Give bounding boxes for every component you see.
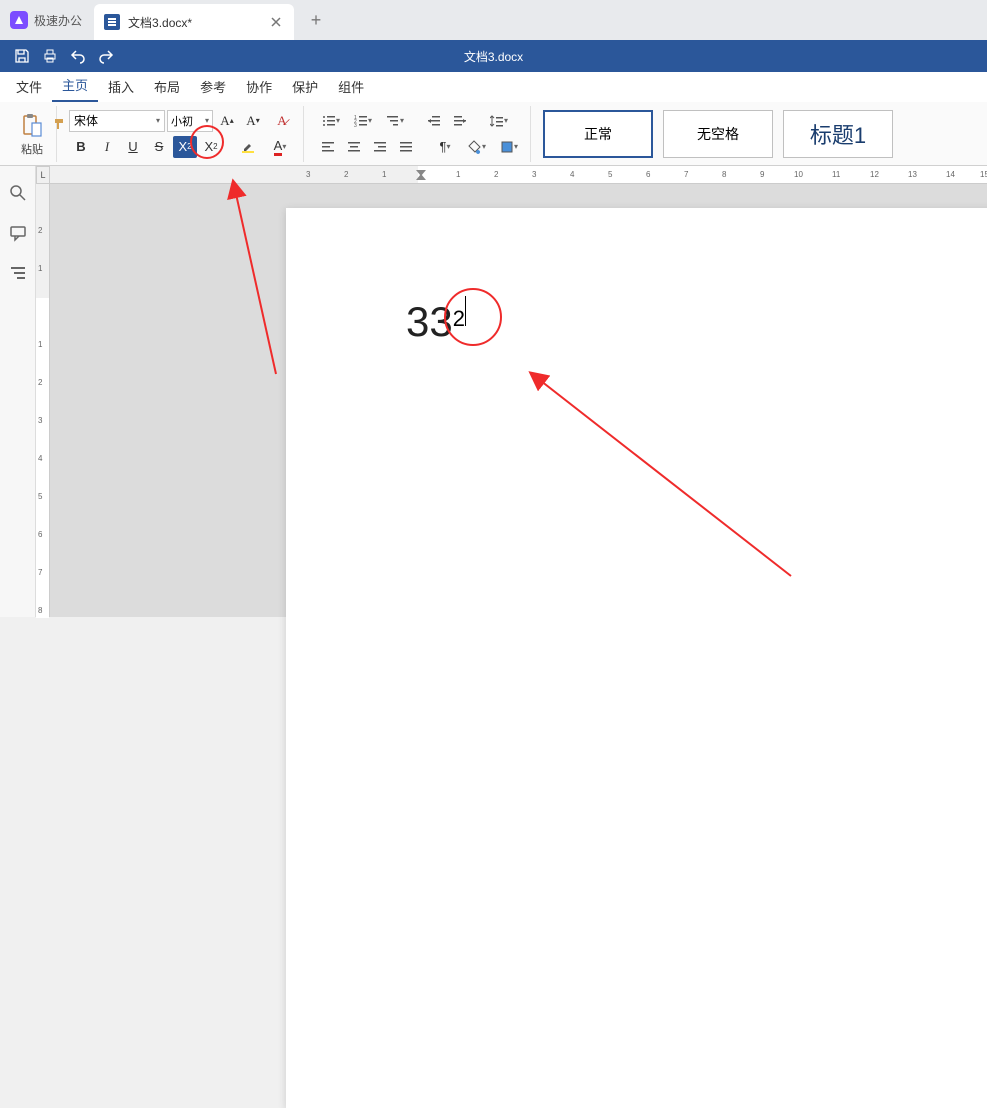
- increase-indent-icon[interactable]: [448, 110, 472, 132]
- menu-addin[interactable]: 组件: [328, 71, 374, 102]
- font-size-value: 小初: [171, 113, 193, 129]
- borders-icon[interactable]: ▾: [494, 136, 524, 158]
- paste-icon: [20, 111, 44, 139]
- align-right-icon[interactable]: [368, 136, 392, 158]
- paragraph-mark-icon[interactable]: ¶▾: [430, 136, 460, 158]
- shrink-font-icon[interactable]: A▾: [241, 110, 265, 132]
- style-nospace[interactable]: 无空格: [663, 110, 773, 158]
- window-title: 文档3.docx: [464, 48, 523, 65]
- align-left-icon[interactable]: [316, 136, 340, 158]
- document-text-base: 33: [406, 298, 453, 345]
- page-content[interactable]: 332: [286, 208, 987, 436]
- indent-marker-icon[interactable]: [416, 166, 426, 184]
- style-normal[interactable]: 正常: [543, 110, 653, 158]
- align-center-icon[interactable]: [342, 136, 366, 158]
- redo-icon[interactable]: [92, 42, 120, 70]
- clear-format-icon[interactable]: A̷: [267, 110, 297, 132]
- save-icon[interactable]: [8, 42, 36, 70]
- ribbon-group-font: 宋体 ▾ 小初 ▾ A▴ A▾ A̷ B I U S X2 X2 A▾: [63, 106, 304, 162]
- font-size-select[interactable]: 小初 ▾: [167, 110, 213, 132]
- add-tab-icon[interactable]: +: [302, 6, 330, 34]
- left-sidebar: [0, 166, 36, 617]
- undo-icon[interactable]: [64, 42, 92, 70]
- menu-reference[interactable]: 参考: [190, 71, 236, 102]
- underline-button[interactable]: U: [121, 136, 145, 158]
- search-icon[interactable]: [9, 184, 27, 202]
- document-tab[interactable]: 文档3.docx*: [94, 4, 294, 40]
- app-name: 极速办公: [34, 12, 82, 29]
- font-color-icon[interactable]: A▾: [265, 136, 295, 158]
- text-cursor: [465, 296, 466, 326]
- multilevel-list-icon[interactable]: ▾: [380, 110, 410, 132]
- italic-button[interactable]: I: [95, 136, 119, 158]
- line-spacing-icon[interactable]: ▾: [484, 110, 514, 132]
- bold-button[interactable]: B: [69, 136, 93, 158]
- ribbon-group-paragraph: ▾ 123▾ ▾ ▾ ¶▾ ▾ ▾: [310, 106, 531, 162]
- app-logo-icon: [10, 11, 28, 29]
- quick-access-bar: 文档3.docx: [0, 40, 987, 72]
- document-icon: [104, 14, 120, 30]
- annotation-arrow-1: [226, 184, 286, 389]
- print-icon[interactable]: [36, 42, 64, 70]
- chevron-down-icon: ▾: [205, 116, 209, 125]
- ruler-row: L 3 2 1 1 2 3 4 5 6 7 8 9 10 11 12 13 14: [36, 166, 987, 184]
- document-page[interactable]: 332: [286, 208, 987, 1108]
- font-family-select[interactable]: 宋体 ▾: [69, 110, 165, 132]
- style-heading1[interactable]: 标题1: [783, 110, 893, 158]
- close-tab-icon[interactable]: [268, 14, 284, 30]
- menu-layout[interactable]: 布局: [144, 71, 190, 102]
- menu-collab[interactable]: 协作: [236, 71, 282, 102]
- ribbon-group-styles: 正常 无空格 标题1: [537, 106, 905, 162]
- highlight-color-icon[interactable]: [233, 136, 263, 158]
- grow-font-icon[interactable]: A▴: [215, 110, 239, 132]
- work-area: L 3 2 1 1 2 3 4 5 6 7 8 9 10 11 12 13 14: [0, 166, 987, 617]
- menu-file[interactable]: 文件: [6, 71, 52, 102]
- paste-label: 粘贴: [21, 141, 43, 157]
- numbered-list-icon[interactable]: 123▾: [348, 110, 378, 132]
- shading-icon[interactable]: ▾: [462, 136, 492, 158]
- comment-icon[interactable]: [9, 224, 27, 242]
- vertical-ruler[interactable]: 2 1 1 2 3 4 5 6 7 8: [36, 184, 50, 617]
- document-text-superscript: 2: [453, 306, 465, 331]
- align-justify-icon[interactable]: [394, 136, 418, 158]
- menu-home[interactable]: 主页: [52, 69, 98, 102]
- superscript-button[interactable]: X2: [173, 136, 197, 158]
- strikethrough-button[interactable]: S: [147, 136, 171, 158]
- font-family-value: 宋体: [74, 112, 98, 129]
- ribbon: 粘贴 宋体 ▾ 小初 ▾ A▴ A▾ A̷ B I U S X2 X2: [0, 102, 987, 166]
- bullet-list-icon[interactable]: ▾: [316, 110, 346, 132]
- document-tab-title: 文档3.docx*: [128, 14, 248, 31]
- horizontal-ruler[interactable]: 3 2 1 1 2 3 4 5 6 7 8 9 10 11 12 13 14 1…: [50, 166, 987, 184]
- ruler-corner: L: [36, 166, 50, 184]
- subscript-button[interactable]: X2: [199, 136, 223, 158]
- title-bar: 极速办公 文档3.docx* +: [0, 0, 987, 40]
- chevron-down-icon: ▾: [156, 116, 160, 125]
- paste-button[interactable]: 粘贴: [14, 109, 50, 159]
- menu-insert[interactable]: 插入: [98, 71, 144, 102]
- menu-protect[interactable]: 保护: [282, 71, 328, 102]
- format-painter-icon[interactable]: [48, 113, 72, 135]
- menu-bar: 文件 主页 插入 布局 参考 协作 保护 组件: [0, 72, 987, 102]
- ribbon-group-clipboard: 粘贴: [8, 106, 57, 162]
- svg-text:3: 3: [354, 123, 357, 128]
- decrease-indent-icon[interactable]: [422, 110, 446, 132]
- outline-icon[interactable]: [9, 264, 27, 282]
